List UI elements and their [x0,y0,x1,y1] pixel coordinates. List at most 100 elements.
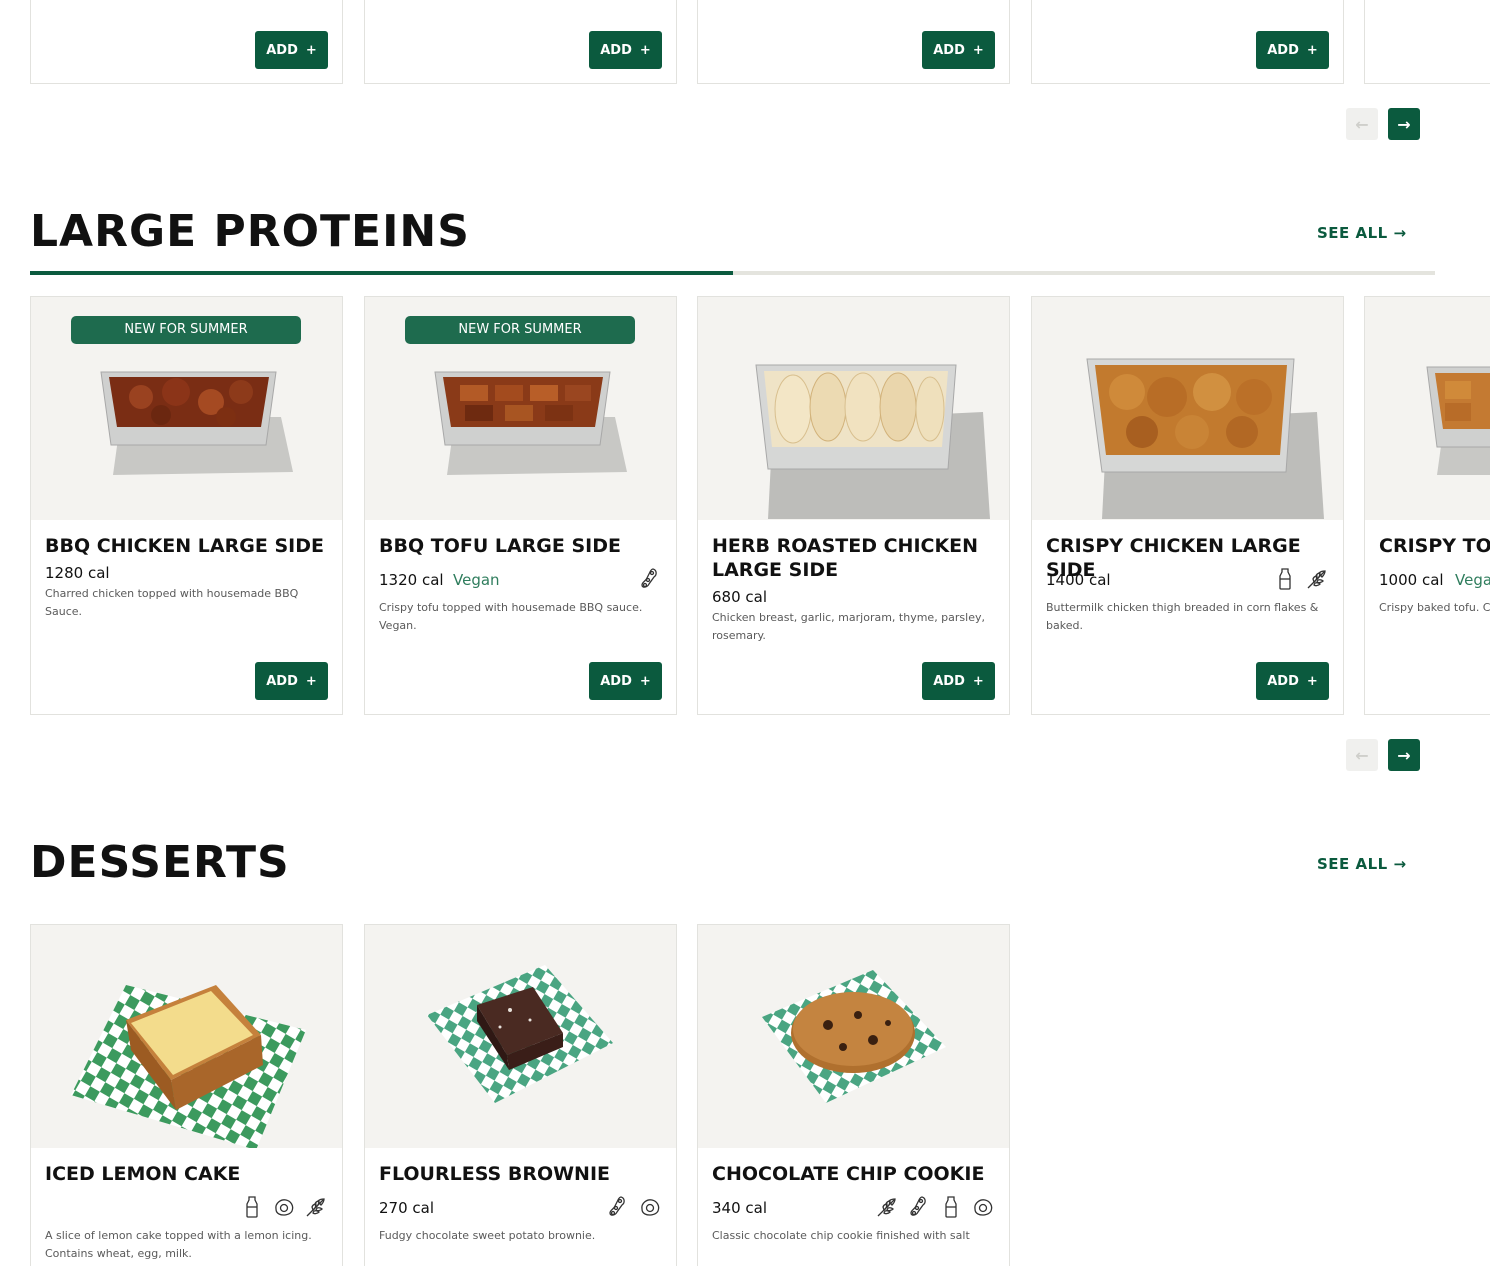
product-name[interactable]: BBQ Tofu Large Side [379,534,664,558]
allergen-icons [240,1195,328,1219]
calories: 1400 cal [1046,571,1111,589]
product-name[interactable]: Herb Roasted Chicken Large Side [712,534,997,582]
arrow-right-icon: → [1393,224,1407,242]
add-label: ADD [600,42,632,58]
plus-icon: + [305,42,317,58]
product-image[interactable]: NEW FOR SUMMER [365,297,676,520]
menu-card: ADD + [30,0,343,84]
add-label: ADD [266,673,298,689]
milk-icon [945,1196,957,1218]
product-image[interactable] [1032,297,1343,520]
product-image[interactable] [31,925,342,1148]
add-button[interactable]: ADD + [255,31,328,69]
milk-icon [246,1196,258,1218]
menu-card-partial[interactable]: Crispy Tof 1000 cal Vegan Crispy baked t… [1364,296,1490,715]
lemon-cake-image [71,985,306,1148]
see-all-label: SEE ALL [1317,855,1388,873]
new-badge: NEW FOR SUMMER [405,316,635,344]
allergen-icons [1273,567,1329,591]
product-image[interactable] [1365,297,1490,520]
see-all-label: SEE ALL [1317,224,1388,242]
calories: 340 cal [712,1199,768,1217]
crispy-tofu-tray-image [1426,366,1490,475]
menu-card[interactable]: Iced Lemon Cake A slice of lemon cake to… [30,924,343,1266]
vegan-tag: Vegan [453,571,500,589]
allergen-icons [638,567,662,591]
milk-icon [1279,568,1291,590]
arrow-left-icon: ← [1355,745,1369,765]
product-name[interactable]: Chocolate Chip Cookie [712,1162,997,1186]
soy-icon [609,1196,625,1216]
product-description: Chicken breast, garlic, marjoram, thyme,… [712,611,985,642]
add-label: ADD [1267,673,1299,689]
product-image[interactable]: NEW FOR SUMMER [31,297,342,520]
soy-icon [641,568,657,588]
carousel-next-button[interactable]: → [1388,108,1420,140]
vegan-tag: Vegan [1455,571,1490,589]
menu-card[interactable]: Crispy Chicken Large Side 1400 cal Butte… [1031,296,1344,715]
menu-card[interactable]: Flourless Brownie 270 cal Fudgy chocolat… [364,924,677,1266]
carousel-prev-button[interactable]: ← [1346,108,1378,140]
allergen-icons [875,1195,995,1219]
see-all-link[interactable]: SEE ALL → [1317,855,1407,873]
see-all-link[interactable]: SEE ALL → [1317,224,1407,242]
carousel-scrollbar-thumb[interactable] [30,271,733,275]
plus-icon: + [305,673,317,689]
plus-icon: + [639,673,651,689]
product-name[interactable]: BBQ Chicken Large Side [45,534,330,558]
menu-card[interactable]: Herb Roasted Chicken Large Side 680 cal … [697,296,1010,715]
wheat-icon [1307,570,1326,589]
add-button[interactable]: ADD + [589,662,662,700]
product-image[interactable] [698,297,1009,520]
product-image[interactable] [365,925,676,1148]
menu-card[interactable]: Chocolate Chip Cookie 340 cal Classic ch… [697,924,1010,1266]
add-label: ADD [933,673,965,689]
egg-icon [275,1199,294,1216]
arrow-right-icon: → [1397,745,1411,765]
egg-icon [974,1199,993,1216]
product-description: Crispy tofu topped with housemade BBQ sa… [379,601,643,632]
wheat-icon [877,1198,896,1217]
calories: 270 cal [379,1199,435,1217]
add-button[interactable]: ADD + [1256,31,1329,69]
add-button[interactable]: ADD + [922,662,995,700]
product-description: Crispy baked tofu. Co [1379,601,1490,614]
add-button[interactable]: ADD + [589,31,662,69]
product-name[interactable]: Flourless Brownie [379,1162,664,1186]
calories: 680 cal [712,588,768,606]
product-name[interactable]: Crispy Tof [1379,534,1490,558]
herb-chicken-tray-image [755,364,990,519]
calories: 1320 cal [379,571,444,589]
wheat-icon [306,1198,325,1217]
menu-card: ADD + [1031,0,1344,84]
section-title-large-proteins: LARGE PROTEINS [30,206,470,257]
menu-card[interactable]: NEW FOR SUMMER BBQ Tofu Large Side 1320 … [364,296,677,715]
add-button[interactable]: ADD + [922,31,995,69]
add-label: ADD [600,673,632,689]
add-button[interactable]: ADD + [1256,662,1329,700]
menu-card: ADD + [364,0,677,84]
arrow-right-icon: → [1397,114,1411,134]
plus-icon: + [972,673,984,689]
product-name[interactable]: Iced Lemon Cake [45,1162,330,1186]
carousel-prev-button[interactable]: ← [1346,739,1378,771]
calories: 1280 cal [45,564,110,582]
cookie-image [762,970,946,1103]
arrow-left-icon: ← [1355,114,1369,134]
plus-icon: + [1306,673,1318,689]
product-image[interactable] [698,925,1009,1148]
add-label: ADD [933,42,965,58]
menu-card[interactable]: NEW FOR SUMMER BBQ Chicken Large Side 12… [30,296,343,715]
carousel-scrollbar[interactable] [30,271,1435,275]
arrow-right-icon: → [1393,855,1407,873]
carousel-next-button[interactable]: → [1388,739,1420,771]
plus-icon: + [639,42,651,58]
allergen-icons [606,1195,662,1219]
product-description: Fudgy chocolate sweet potato brownie. [379,1229,596,1242]
menu-card: ADD + [697,0,1010,84]
add-button[interactable]: ADD + [255,662,328,700]
add-label: ADD [1267,42,1299,58]
product-description: A slice of lemon cake topped with a lemo… [45,1229,312,1260]
calories: 1000 cal [1379,571,1444,589]
product-description: Buttermilk chicken thigh breaded in corn… [1046,601,1319,632]
